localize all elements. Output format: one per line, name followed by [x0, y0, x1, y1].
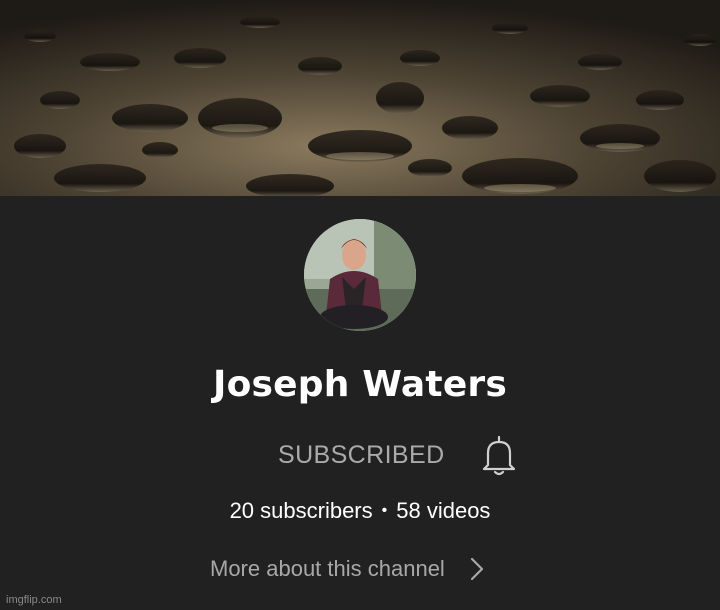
video-count: 58 videos: [396, 498, 491, 523]
channel-banner: [0, 0, 720, 196]
bell-icon[interactable]: [479, 433, 519, 477]
imgflip-watermark: imgflip.com: [6, 594, 62, 606]
channel-avatar[interactable]: [304, 219, 416, 331]
banner-image: [0, 0, 720, 196]
subscriber-count: 20 subscribers: [229, 498, 373, 523]
avatar-image: [304, 219, 416, 331]
channel-stats: 20 subscribers • 58 videos: [0, 498, 720, 524]
subscribed-button[interactable]: SUBSCRIBED: [270, 441, 453, 470]
more-about-channel-link[interactable]: More about this channel: [210, 549, 487, 589]
subscribe-row: SUBSCRIBED: [270, 432, 519, 478]
channel-name: Joseph Waters: [212, 364, 508, 405]
chevron-right-icon: [470, 557, 483, 581]
stats-separator: •: [381, 502, 388, 519]
more-about-label: More about this channel: [210, 556, 445, 581]
